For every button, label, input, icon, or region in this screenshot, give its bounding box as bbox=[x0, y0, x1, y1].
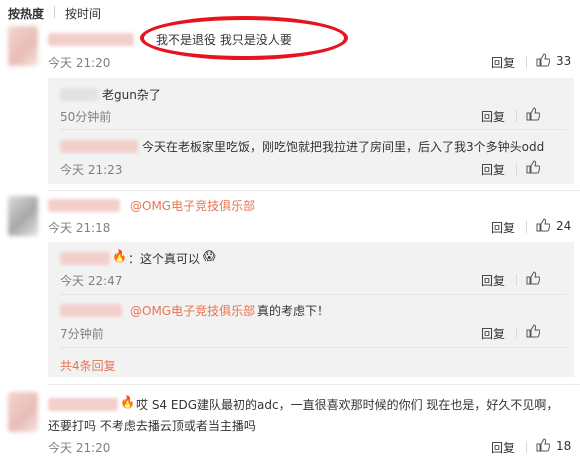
face-emoji-icon: 😱 bbox=[203, 249, 216, 263]
reply-text: 老gun杂了 bbox=[102, 88, 161, 102]
thumbs-up-icon[interactable] bbox=[536, 438, 550, 452]
reply-text: ：这个真可以 bbox=[128, 252, 201, 266]
red-highlight-oval bbox=[140, 16, 348, 60]
action-separator bbox=[516, 163, 517, 175]
reply-button[interactable]: 回复 bbox=[481, 272, 505, 289]
thumbs-up-icon[interactable] bbox=[526, 160, 540, 174]
action-separator bbox=[516, 274, 517, 286]
more-replies-link[interactable]: 共4条回复 bbox=[60, 357, 116, 374]
reply-time: 50分钟前 bbox=[60, 110, 112, 124]
reply-username-blurred[interactable] bbox=[60, 88, 98, 101]
reply-time: 7分钟前 bbox=[60, 327, 104, 341]
thumbs-up-icon[interactable] bbox=[526, 271, 540, 285]
mention-link[interactable]: @OMG电子竞技俱乐部 bbox=[130, 197, 255, 214]
comment-text-continued: 还要打吗 不考虑去播云顶或者当主播吗 bbox=[48, 419, 256, 433]
avatar[interactable] bbox=[8, 26, 38, 66]
comment-time: 今天 21:20 bbox=[48, 56, 111, 70]
sort-by-time-tab[interactable]: 按时间 bbox=[65, 5, 101, 22]
user-badge-icon: 🔥 bbox=[112, 249, 127, 263]
reply-text: 真的考虑下！ bbox=[257, 304, 330, 318]
reply-button[interactable]: 回复 bbox=[491, 219, 515, 236]
thumbs-up-icon[interactable] bbox=[536, 53, 550, 67]
reply-divider bbox=[60, 347, 566, 348]
sort-by-hot-tab[interactable]: 按热度 bbox=[8, 5, 44, 22]
thumbs-up-icon[interactable] bbox=[526, 107, 540, 121]
avatar[interactable] bbox=[8, 392, 38, 432]
reply-divider bbox=[60, 129, 566, 130]
comment-text: 哎 S4 EDG建队最初的adc，一直很喜欢那时候的你们 现在也是，好久不见啊， bbox=[136, 398, 559, 412]
thumbs-up-icon[interactable] bbox=[526, 324, 540, 338]
reply-button[interactable]: 回复 bbox=[481, 325, 505, 342]
username-blurred[interactable] bbox=[48, 199, 120, 212]
reply-divider bbox=[60, 294, 566, 295]
reply-time: 今天 21:23 bbox=[60, 163, 123, 177]
reply-button[interactable]: 回复 bbox=[481, 161, 505, 178]
action-separator bbox=[526, 56, 527, 68]
sort-separator bbox=[54, 6, 55, 18]
reply-username-blurred[interactable] bbox=[60, 304, 122, 317]
reply-username-blurred[interactable] bbox=[60, 140, 138, 153]
like-count: 18 bbox=[556, 439, 572, 453]
mention-link[interactable]: @OMG电子竞技俱乐部 bbox=[130, 302, 255, 319]
thumbs-up-icon[interactable] bbox=[536, 218, 550, 232]
comment-time: 今天 21:20 bbox=[48, 441, 111, 455]
reply-username-blurred[interactable] bbox=[60, 252, 110, 265]
reply-button[interactable]: 回复 bbox=[491, 54, 515, 71]
username-blurred[interactable] bbox=[48, 398, 118, 411]
like-count: 24 bbox=[556, 219, 572, 233]
avatar[interactable] bbox=[8, 196, 38, 236]
like-count: 33 bbox=[556, 54, 572, 68]
reply-button[interactable]: 回复 bbox=[481, 108, 505, 125]
reply-time: 今天 22:47 bbox=[60, 274, 123, 288]
comment-time: 今天 21:18 bbox=[48, 221, 111, 235]
username-blurred[interactable] bbox=[48, 33, 134, 46]
action-separator bbox=[516, 110, 517, 122]
action-separator bbox=[526, 221, 527, 233]
action-separator bbox=[516, 327, 517, 339]
user-badge-icon: 🔥 bbox=[120, 395, 135, 409]
action-separator bbox=[526, 441, 527, 453]
comment-divider bbox=[48, 384, 580, 385]
comment-divider bbox=[48, 190, 580, 191]
reply-button[interactable]: 回复 bbox=[491, 439, 515, 456]
reply-text: 今天在老板家里吃饭，刚吃饱就把我拉进了房间里，后入了我3个多钟头odd bbox=[142, 140, 545, 154]
